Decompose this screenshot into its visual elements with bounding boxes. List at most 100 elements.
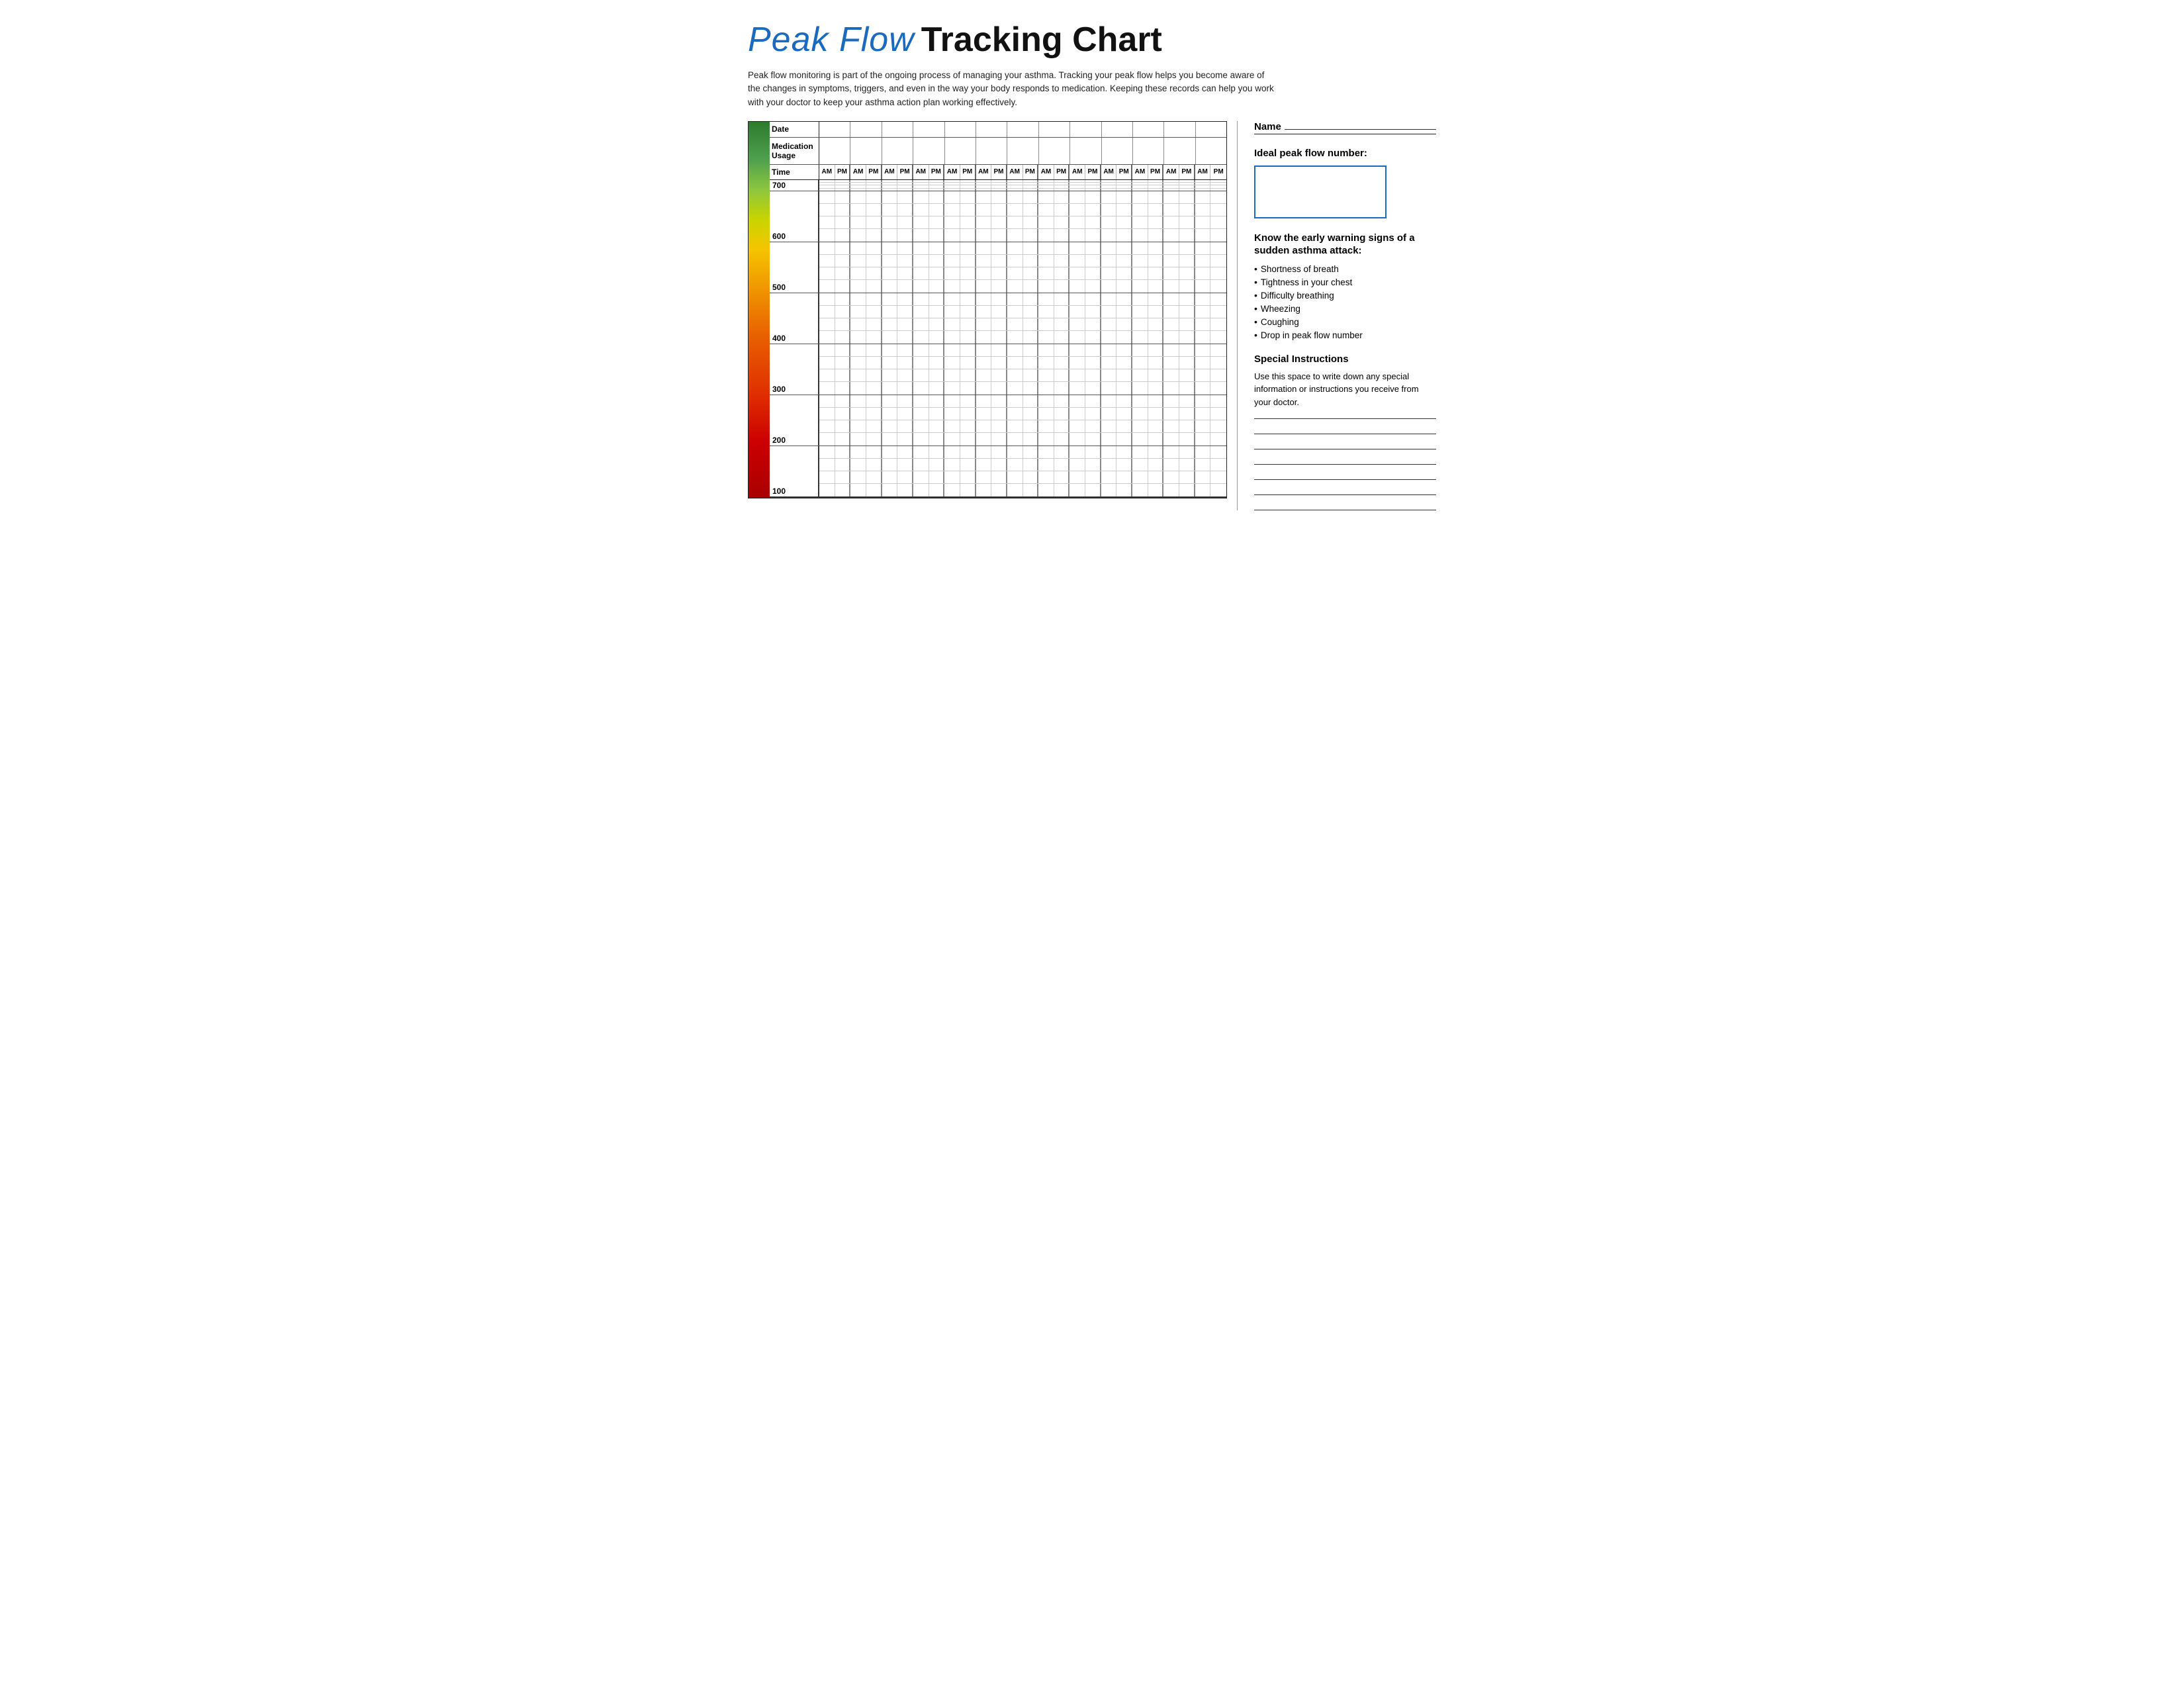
pm-cell: PM xyxy=(1054,165,1070,179)
am-cell: AM xyxy=(1069,165,1085,179)
special-title: Special Instructions xyxy=(1254,353,1436,365)
list-item: •Coughing xyxy=(1254,317,1436,327)
pm-cell: PM xyxy=(1179,165,1195,179)
pm-cell: PM xyxy=(1023,165,1039,179)
day-group xyxy=(882,122,913,137)
rows-600 xyxy=(819,191,1226,242)
band-100: 100 xyxy=(770,446,1226,498)
y-label-500: 500 xyxy=(770,242,819,293)
am-cell: AM xyxy=(1163,165,1179,179)
day-group xyxy=(976,122,1007,137)
time-cells: AM PM AM PM AM PM AM PM AM PM AM PM xyxy=(819,165,1226,179)
rows-400 xyxy=(819,293,1226,344)
chart-grid-area: Date xyxy=(770,122,1226,498)
header-rows: Date xyxy=(770,122,1226,180)
name-label: Name xyxy=(1254,121,1281,132)
medication-cells xyxy=(819,138,1226,164)
day-group xyxy=(819,122,850,137)
band-300: 300 xyxy=(770,344,1226,395)
am-cell: AM xyxy=(976,165,992,179)
pm-cell: PM xyxy=(1085,165,1101,179)
medication-label: Medication Usage xyxy=(770,138,819,164)
vertical-divider xyxy=(1237,121,1238,511)
page-title-row: Peak Flow Tracking Chart xyxy=(748,20,1436,60)
ideal-box[interactable] xyxy=(1254,165,1387,218)
title-script: Peak Flow xyxy=(748,20,915,60)
ideal-label: Ideal peak flow number: xyxy=(1254,148,1436,159)
band-200: 200 xyxy=(770,395,1226,446)
list-item: •Shortness of breath xyxy=(1254,264,1436,274)
band-400: 400 xyxy=(770,293,1226,344)
chart-wrapper: Date xyxy=(748,121,1227,498)
pm-cell: PM xyxy=(991,165,1007,179)
am-cell: AM xyxy=(1101,165,1117,179)
day-group xyxy=(1102,122,1133,137)
band-500: 500 xyxy=(770,242,1226,293)
pm-cell: PM xyxy=(1116,165,1132,179)
day-group xyxy=(1196,122,1226,137)
day-group xyxy=(1164,122,1195,137)
right-panel: Name Ideal peak flow number: Know the ea… xyxy=(1248,121,1436,511)
chart-section: Date xyxy=(748,121,1227,511)
day-group xyxy=(850,122,882,137)
y-label-100: 100 xyxy=(770,446,819,496)
y-label-700: 700 xyxy=(770,180,819,191)
am-cell: AM xyxy=(944,165,960,179)
pm-cell: PM xyxy=(866,165,882,179)
am-cell: AM xyxy=(1007,165,1023,179)
am-cell: AM xyxy=(850,165,866,179)
bullet-icon: • xyxy=(1254,317,1257,326)
am-cell: AM xyxy=(819,165,835,179)
pm-cell: PM xyxy=(960,165,976,179)
intro-paragraph: Peak flow monitoring is part of the ongo… xyxy=(748,69,1277,109)
time-row: Time AM PM AM PM AM PM AM PM AM xyxy=(770,165,1226,179)
write-lines xyxy=(1254,418,1436,510)
list-item: •Tightness in your chest xyxy=(1254,277,1436,287)
rows-500 xyxy=(819,242,1226,293)
rows-100 xyxy=(819,446,1226,496)
list-item: •Wheezing xyxy=(1254,304,1436,314)
main-layout: Date xyxy=(748,121,1436,511)
grid-row xyxy=(819,189,1226,191)
date-cells xyxy=(819,122,1226,137)
rows-200 xyxy=(819,395,1226,445)
day-group xyxy=(945,122,976,137)
title-bold: Tracking Chart xyxy=(921,20,1162,60)
pm-cell: PM xyxy=(1210,165,1226,179)
pm-cell: PM xyxy=(835,165,851,179)
band-600: 600 xyxy=(770,191,1226,242)
list-item: •Drop in peak flow number xyxy=(1254,330,1436,340)
pm-cell: PM xyxy=(929,165,945,179)
pm-cell: PM xyxy=(1148,165,1164,179)
write-line xyxy=(1254,479,1436,480)
am-cell: AM xyxy=(1195,165,1211,179)
date-row: Date xyxy=(770,122,1226,138)
warning-list: •Shortness of breath •Tightness in your … xyxy=(1254,264,1436,340)
day-group xyxy=(913,122,944,137)
am-cell: AM xyxy=(913,165,929,179)
bullet-icon: • xyxy=(1254,277,1257,287)
special-desc: Use this space to write down any special… xyxy=(1254,370,1436,409)
y-label-300: 300 xyxy=(770,344,819,395)
day-group xyxy=(1133,122,1164,137)
band-700: 700 xyxy=(770,180,1226,191)
color-bar xyxy=(749,122,770,498)
write-line xyxy=(1254,418,1436,419)
day-group xyxy=(1007,122,1038,137)
rows-300 xyxy=(819,344,1226,395)
bullet-icon: • xyxy=(1254,291,1257,300)
am-cell: AM xyxy=(1132,165,1148,179)
bullet-icon: • xyxy=(1254,330,1257,340)
date-label: Date xyxy=(770,122,819,137)
write-line xyxy=(1254,494,1436,495)
y-label-200: 200 xyxy=(770,395,819,445)
am-cell: AM xyxy=(1038,165,1054,179)
pm-cell: PM xyxy=(897,165,913,179)
data-grid: 700 xyxy=(770,180,1226,498)
warning-title: Know the early warning signs of a sudden… xyxy=(1254,232,1436,258)
rows-700 xyxy=(819,180,1226,191)
time-label: Time xyxy=(770,165,819,179)
name-underline xyxy=(1285,129,1436,130)
name-row: Name xyxy=(1254,121,1436,134)
medication-row: Medication Usage xyxy=(770,138,1226,165)
